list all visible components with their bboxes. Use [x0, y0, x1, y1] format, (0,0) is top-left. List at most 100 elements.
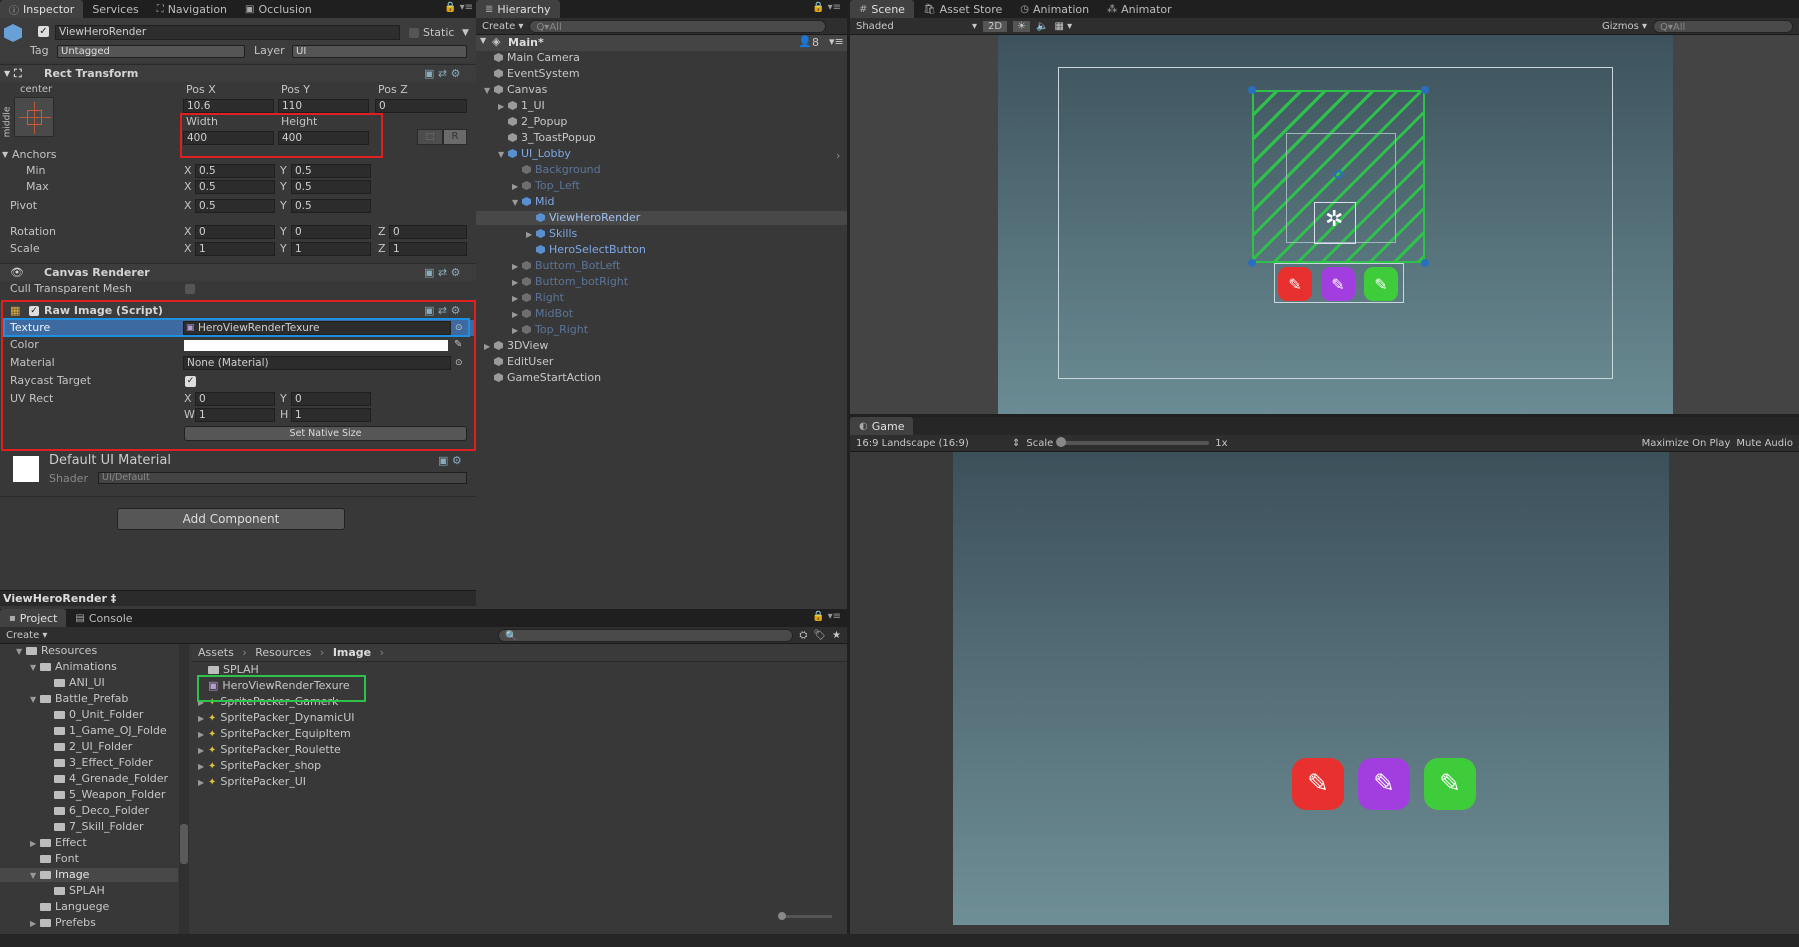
hierarchy-item[interactable]: HeroSelectButton — [476, 243, 847, 257]
skill-purple-icon[interactable]: ✎ — [1358, 758, 1410, 810]
anchor-preset-button[interactable] — [14, 97, 54, 137]
hierarchy-item[interactable]: EventSystem — [476, 67, 847, 81]
project-tree-item[interactable]: 0_Unit_Folder — [0, 708, 178, 722]
preview-footer[interactable]: ViewHeroRender ‡ — [0, 590, 479, 606]
breadcrumb-resources[interactable]: Resources — [255, 646, 311, 659]
tab-services[interactable]: Services — [83, 0, 147, 18]
anchor-max-y-field[interactable]: 0.5 — [291, 180, 371, 194]
mute-audio-toggle[interactable]: Mute Audio — [1736, 438, 1793, 449]
skill-red-icon[interactable]: ✎ — [1292, 758, 1344, 810]
hierarchy-item[interactable]: ▼ Mid — [476, 195, 847, 209]
foldout-arrow-icon[interactable]: ▼ — [498, 148, 508, 162]
raw-edit-button[interactable]: R — [443, 129, 467, 145]
shader-dropdown[interactable]: UI/Default — [98, 472, 467, 484]
scroll-right-icon[interactable]: › — [836, 149, 840, 162]
rotation-x-field[interactable]: 0 — [195, 225, 275, 239]
hierarchy-item[interactable]: GameStartAction — [476, 371, 847, 385]
component-tools-icon[interactable]: ▣ ⇄ ⚙ — [424, 302, 460, 320]
corner-handle-tl[interactable] — [1248, 86, 1256, 94]
component-tools-icon[interactable]: ▣ ⇄ ⚙ — [424, 264, 460, 282]
hierarchy-item[interactable]: Main Camera — [476, 51, 847, 65]
corner-handle-bl[interactable] — [1248, 259, 1256, 267]
width-field[interactable]: 400 — [183, 131, 274, 145]
raycast-target-checkbox[interactable]: ✓ — [185, 376, 196, 387]
project-file-item[interactable]: ▶ ✦ SpritePacker_shop — [198, 759, 321, 773]
scene-foldout-icon[interactable]: ▼ — [480, 36, 486, 45]
pivot-y-field[interactable]: 0.5 — [291, 199, 371, 213]
raw-image-header[interactable]: ▦ ✓ Raw Image (Script) ▣ ⇄ ⚙ — [0, 301, 479, 319]
pivot-handle[interactable] — [1334, 170, 1343, 179]
scene-menu-icon[interactable]: ▾≡ — [829, 35, 844, 48]
foldout-arrow-icon[interactable]: ▼ — [4, 65, 10, 83]
project-tree-item[interactable]: 1_Game_OJ_Folde — [0, 724, 178, 738]
pos-z-field[interactable]: 0 — [375, 99, 467, 113]
scale-slider[interactable] — [1056, 437, 1210, 447]
create-dropdown[interactable]: Create ▾ — [482, 21, 523, 32]
scene-viewport[interactable]: ✲ ✎ ✎ ✎ — [998, 35, 1673, 414]
hierarchy-item[interactable]: ▼ Canvas — [476, 83, 847, 97]
tab-game[interactable]: ◐ Game — [850, 417, 914, 435]
pos-y-field[interactable]: 110 — [278, 99, 369, 113]
project-tree-item[interactable]: ANI_UI — [0, 676, 178, 690]
hierarchy-item[interactable]: 3_ToastPopup — [476, 131, 847, 145]
foldout-arrow-icon[interactable]: ▼ — [30, 869, 40, 883]
anchor-min-y-field[interactable]: 0.5 — [291, 164, 371, 178]
tree-scrollbar[interactable] — [179, 644, 189, 934]
foldout-arrow-icon[interactable]: ▶ — [512, 308, 522, 322]
hierarchy-item[interactable]: ▶ 3DView — [476, 339, 847, 353]
tab-inspector[interactable]: ⓘ Inspector — [0, 0, 84, 18]
foldout-arrow-icon[interactable]: ▶ — [512, 292, 522, 306]
corner-handle-tr[interactable] — [1421, 86, 1429, 94]
lighting-toggle-icon[interactable]: ☀ — [1013, 20, 1031, 32]
foldout-arrow-icon[interactable]: ▼ — [512, 196, 522, 210]
audio-toggle-icon[interactable]: 🔈 — [1036, 21, 1048, 32]
tab-scene[interactable]: # Scene — [850, 0, 914, 18]
set-native-size-button[interactable]: Set Native Size — [184, 426, 467, 441]
cull-transparent-checkbox[interactable] — [185, 284, 195, 294]
layer-dropdown[interactable]: UI — [292, 45, 467, 58]
height-field[interactable]: 400 — [278, 131, 369, 145]
foldout-arrow-icon[interactable]: ▼ — [30, 693, 40, 707]
skill-green-icon[interactable]: ✎ — [1424, 758, 1476, 810]
project-tree-item[interactable]: 3_Effect_Folder — [0, 756, 178, 770]
foldout-arrow-icon[interactable]: ▶ — [30, 917, 40, 931]
foldout-arrow-icon[interactable]: ▶ — [198, 760, 208, 774]
uv-w-field[interactable]: 1 — [195, 408, 275, 422]
foldout-arrow-icon[interactable]: ▶ — [512, 276, 522, 290]
2d-toggle[interactable]: 2D — [983, 20, 1008, 32]
hierarchy-item[interactable]: ▶ Buttom_botRight — [476, 275, 847, 289]
project-tree-item[interactable]: 2_UI_Folder — [0, 740, 178, 754]
hierarchy-item[interactable]: ▶ MidBot — [476, 307, 847, 321]
object-picker-icon[interactable]: ⊙ — [455, 356, 463, 370]
static-checkbox[interactable] — [409, 28, 419, 38]
foldout-arrow-icon[interactable]: ▶ — [484, 340, 494, 354]
color-swatch[interactable] — [184, 340, 448, 351]
foldout-arrow-icon[interactable]: ▶ — [198, 776, 208, 790]
breadcrumb-image[interactable]: Image — [333, 646, 371, 659]
anchor-min-x-field[interactable]: 0.5 — [195, 164, 275, 178]
move-tool-icon[interactable]: ✲ — [1325, 209, 1343, 231]
project-file-item[interactable]: ▶ ✦ SpritePacker_EquipItem — [198, 727, 351, 741]
pos-x-field[interactable]: 10.6 — [183, 99, 274, 113]
tab-asset-store[interactable]: 🛍 Asset Store — [914, 0, 1011, 18]
texture-field[interactable]: HeroViewRenderTexure — [183, 321, 451, 335]
tab-console[interactable]: ▤ Console — [66, 609, 141, 627]
hierarchy-item[interactable]: 2_Popup — [476, 115, 847, 129]
material-tools-icon[interactable]: ▣ ⚙ — [438, 454, 462, 468]
foldout-arrow-icon[interactable]: ▶ — [198, 712, 208, 726]
rotation-y-field[interactable]: 0 — [291, 225, 371, 239]
add-component-button[interactable]: Add Component — [117, 508, 345, 530]
hierarchy-item[interactable]: Background — [476, 163, 847, 177]
anchors-arrow-icon[interactable]: ▼ — [2, 148, 8, 162]
scene-search-input[interactable]: Q▾All — [1653, 19, 1793, 33]
canvas-renderer-header[interactable]: 👁 Canvas Renderer ▣ ⇄ ⚙ — [0, 263, 479, 281]
project-tree-item[interactable]: 5_Weapon_Folder — [0, 788, 178, 802]
static-dropdown-icon[interactable]: ▼ — [462, 26, 469, 40]
project-tree-item[interactable]: ▼ Battle_Prefab — [0, 692, 178, 706]
anchor-max-x-field[interactable]: 0.5 — [195, 180, 275, 194]
foldout-arrow-icon[interactable]: ▶ — [512, 324, 522, 338]
scale-x-field[interactable]: 1 — [195, 242, 275, 256]
foldout-arrow-icon[interactable]: ▶ — [512, 260, 522, 274]
uv-h-field[interactable]: 1 — [291, 408, 371, 422]
eyedropper-icon[interactable]: ✎ — [454, 338, 462, 352]
